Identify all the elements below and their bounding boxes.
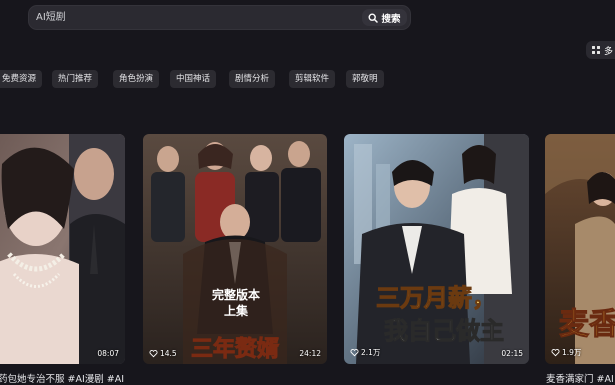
- search-button[interactable]: 搜索: [362, 9, 407, 26]
- likes-count: 2.1万: [361, 348, 381, 357]
- svg-text:完整版本: 完整版本: [212, 287, 260, 302]
- tag-plot-analysis[interactable]: 剧情分析: [229, 70, 276, 88]
- video-caption-1[interactable]: 药包她专治不服 #AI漫剧 #AI: [0, 371, 128, 385]
- svg-text:上集: 上集: [224, 303, 249, 318]
- video-thumbnail-3: 三万月薪， 我自己做主: [344, 134, 529, 364]
- video-thumbnail-4: 麦香: [545, 134, 615, 364]
- likes-count: 14.5: [160, 349, 177, 358]
- tag-roleplay[interactable]: 角色扮演: [113, 70, 160, 88]
- grid-icon: [592, 46, 600, 54]
- tag-free-resources[interactable]: 免费资源: [0, 70, 43, 88]
- search-button-label: 搜索: [381, 13, 401, 25]
- video-likes: 1.9万: [551, 347, 581, 358]
- likes-count: 1.9万: [562, 348, 582, 357]
- video-caption-4[interactable]: 麦香满家门 #AI: [546, 371, 615, 385]
- video-duration: 08:07: [97, 349, 119, 358]
- heart-icon: [551, 349, 560, 357]
- more-button-label: 多: [604, 46, 614, 57]
- tag-chinese-myth[interactable]: 中国神话: [170, 70, 217, 88]
- more-button[interactable]: 多: [586, 41, 615, 59]
- video-thumbnail-1: [0, 134, 125, 364]
- video-duration: 02:15: [501, 349, 523, 358]
- tag-hot-recommend[interactable]: 热门推荐: [52, 70, 99, 88]
- svg-text:三年赘婿: 三年赘婿: [191, 336, 279, 362]
- heart-icon: [350, 349, 359, 357]
- video-card-2[interactable]: 完整版本 上集 三年赘婿 14.5 24:12: [143, 134, 327, 364]
- search-bar[interactable]: AI短剧 搜索: [28, 5, 411, 30]
- svg-text:麦香: 麦香: [559, 307, 615, 342]
- video-card-3[interactable]: 三万月薪， 我自己做主 2.1万 02:15: [344, 134, 529, 364]
- svg-text:我自己做主: 我自己做主: [384, 317, 504, 345]
- video-likes: 2.1万: [350, 347, 380, 358]
- search-icon: [368, 12, 379, 23]
- video-card-4[interactable]: 麦香 1.9万: [545, 134, 615, 364]
- video-likes: 14.5: [149, 349, 177, 358]
- search-input[interactable]: AI短剧: [36, 6, 66, 29]
- video-thumbnail-2: 完整版本 上集 三年赘婿: [143, 134, 327, 364]
- video-duration: 24:12: [299, 349, 321, 358]
- video-card-1[interactable]: 08:07: [0, 134, 125, 364]
- svg-text:三万月薪，: 三万月薪，: [376, 284, 496, 312]
- tag-guo-jingming[interactable]: 郭敬明: [346, 70, 384, 88]
- tag-editing-software[interactable]: 剪辑软件: [289, 70, 336, 88]
- heart-icon: [149, 350, 158, 358]
